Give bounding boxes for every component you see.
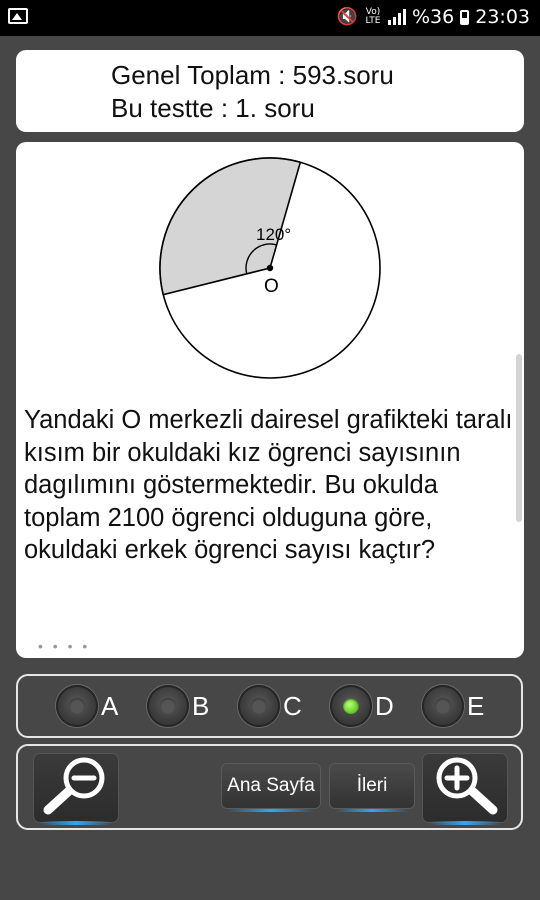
home-button[interactable]: Ana Sayfa <box>222 764 320 812</box>
center-point <box>266 264 274 272</box>
radio-icon[interactable] <box>238 685 280 727</box>
status-icons: 🔇 Vo) LTE %36 23:03 <box>337 6 530 28</box>
option-label: B <box>192 690 210 721</box>
answer-options-panel: A B C D E <box>16 674 523 738</box>
bottom-toolbar: Ana Sayfa İleri <box>16 744 523 830</box>
pie-chart-figure: 120° O <box>159 157 381 379</box>
question-counter-card: Genel Toplam : 593.soru Bu testte : 1. s… <box>16 50 524 132</box>
zoom-in-button[interactable] <box>423 754 507 825</box>
option-e[interactable]: E <box>422 684 484 728</box>
next-button[interactable]: İleri <box>330 764 414 812</box>
option-b[interactable]: B <box>147 684 209 728</box>
status-bar: 🔇 Vo) LTE %36 23:03 <box>0 0 540 36</box>
battery-icon <box>460 9 470 25</box>
radio-icon[interactable] <box>147 685 189 727</box>
option-a[interactable]: A <box>56 684 118 728</box>
zoom-in-icon <box>436 757 498 815</box>
gallery-notification-icon <box>8 8 28 24</box>
option-preview-cutoff: • • • • <box>38 638 91 654</box>
question-card[interactable]: 120° O Yandaki O merkezli dairesel grafi… <box>16 142 524 658</box>
radio-icon[interactable] <box>56 685 98 727</box>
option-label: D <box>375 690 394 721</box>
test-index-label: Bu testte : 1. soru <box>111 93 315 123</box>
question-text: Yandaki O merkezli dairesel grafikteki t… <box>24 406 513 564</box>
zoom-out-icon <box>43 757 105 815</box>
signal-icon <box>388 9 406 25</box>
total-count-label: Genel Toplam : 593.soru <box>111 60 394 90</box>
option-c[interactable]: C <box>238 684 302 728</box>
option-d[interactable]: D <box>330 684 394 728</box>
clock: 23:03 <box>475 6 530 28</box>
scrollbar-thumb[interactable] <box>516 354 522 522</box>
volte-icon: Vo) LTE <box>365 7 381 26</box>
option-label: A <box>101 690 119 721</box>
option-label: E <box>467 690 485 721</box>
radio-icon[interactable] <box>422 685 464 727</box>
zoom-out-button[interactable] <box>34 754 118 825</box>
mute-icon: 🔇 <box>336 7 358 27</box>
option-label: C <box>283 690 302 721</box>
battery-percent: %36 <box>412 6 455 28</box>
radio-selected-icon[interactable] <box>330 685 372 727</box>
center-label: O <box>264 276 279 297</box>
angle-label: 120° <box>256 225 291 244</box>
